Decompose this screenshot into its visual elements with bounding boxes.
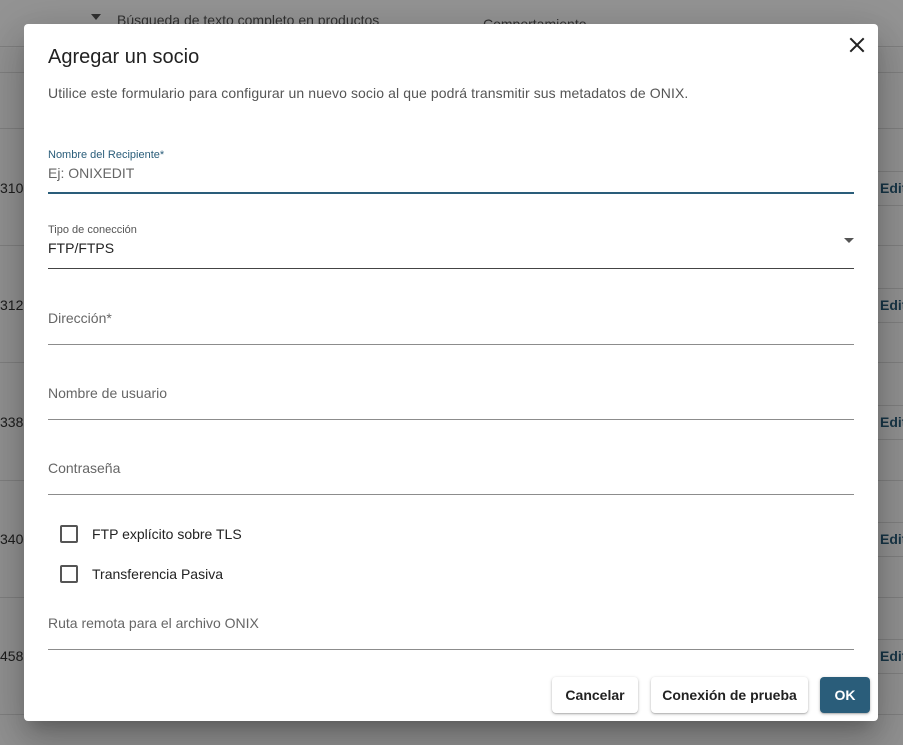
recipient-name-label: Nombre del Recipiente* xyxy=(48,149,165,161)
dialog-title: Agregar un socio xyxy=(48,46,200,68)
explicit-tls-checkbox-row[interactable]: FTP explícito sobre TLS xyxy=(60,524,242,544)
close-button[interactable] xyxy=(846,34,868,56)
input-underline xyxy=(48,419,854,420)
remote-path-input[interactable] xyxy=(48,614,854,632)
dialog-description: Utilice este formulario para configurar … xyxy=(48,85,689,101)
explicit-tls-label: FTP explícito sobre TLS xyxy=(92,526,242,542)
passive-transfer-label: Transferencia Pasiva xyxy=(92,566,223,582)
address-field xyxy=(48,307,854,345)
remote-path-field xyxy=(48,612,854,650)
address-input[interactable] xyxy=(48,309,854,327)
username-input[interactable] xyxy=(48,384,854,402)
passive-transfer-checkbox-row[interactable]: Transferencia Pasiva xyxy=(60,564,223,584)
cancel-button[interactable]: Cancelar xyxy=(552,677,638,713)
input-underline xyxy=(48,268,854,269)
input-underline xyxy=(48,494,854,495)
ok-button[interactable]: OK xyxy=(820,677,870,713)
input-underline xyxy=(48,649,854,650)
explicit-tls-checkbox[interactable] xyxy=(60,525,78,543)
connection-type-label: Tipo de conección xyxy=(48,224,137,236)
chevron-down-icon xyxy=(844,238,854,243)
input-underline xyxy=(48,344,854,345)
username-field xyxy=(48,382,854,420)
connection-type-select[interactable]: Tipo de conección FTP/FTPS xyxy=(48,223,854,270)
recipient-name-input[interactable] xyxy=(48,164,854,182)
test-connection-button[interactable]: Conexión de prueba xyxy=(651,677,808,713)
recipient-name-field: Nombre del Recipiente* xyxy=(48,148,854,194)
add-partner-dialog: Agregar un socio Utilice este formulario… xyxy=(24,24,878,721)
password-input[interactable] xyxy=(48,459,854,477)
input-underline xyxy=(48,192,854,194)
close-icon xyxy=(849,37,865,53)
passive-transfer-checkbox[interactable] xyxy=(60,565,78,583)
password-field xyxy=(48,457,854,495)
connection-type-value: FTP/FTPS xyxy=(48,240,115,256)
